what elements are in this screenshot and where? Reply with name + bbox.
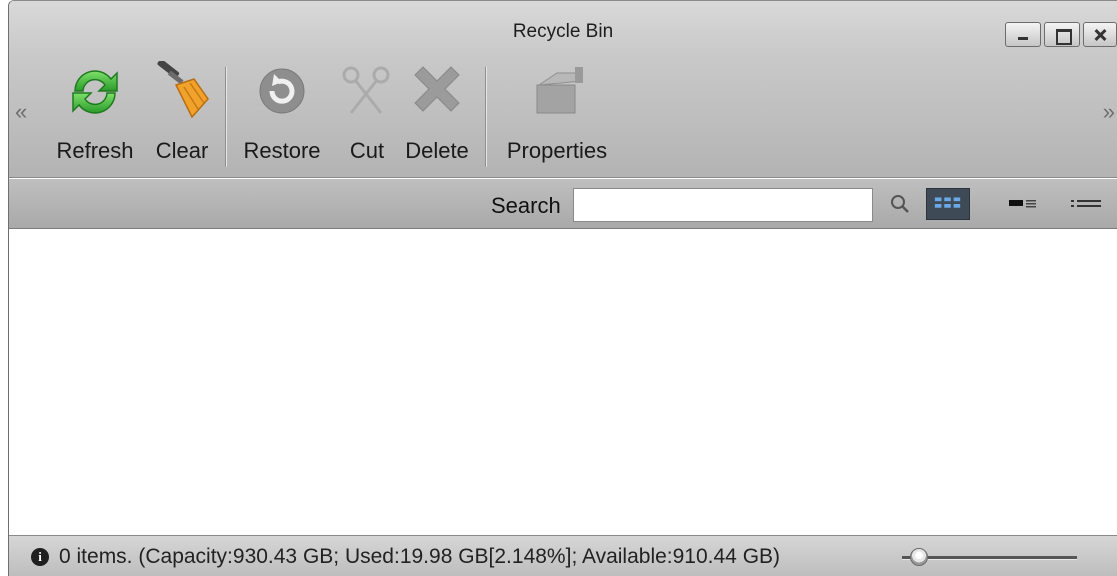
refresh-label: Refresh bbox=[56, 138, 134, 163]
properties-hand-icon bbox=[536, 67, 583, 114]
window-controls bbox=[1002, 22, 1117, 47]
restore-icon bbox=[259, 68, 305, 114]
broom-icon bbox=[157, 61, 209, 119]
maximize-button[interactable] bbox=[1044, 22, 1080, 47]
cut-button[interactable]: Cut bbox=[339, 57, 395, 177]
search-icon[interactable] bbox=[889, 193, 911, 215]
list-view-button[interactable] bbox=[1065, 188, 1109, 220]
cut-label: Cut bbox=[349, 138, 385, 163]
status-bar: i 0 items. (Capacity:930.43 GB; Used:19.… bbox=[9, 535, 1117, 576]
properties-button[interactable]: Properties bbox=[495, 57, 619, 177]
minimize-button[interactable] bbox=[1005, 22, 1041, 47]
file-list-area[interactable] bbox=[9, 230, 1117, 535]
list-view-icon bbox=[1071, 200, 1101, 207]
title-bar[interactable]: Recycle Bin bbox=[9, 1, 1117, 47]
window-chrome: Recycle Bin « » Refresh Clear Restore Cu… bbox=[9, 1, 1117, 178]
delete-label: Delete bbox=[405, 138, 469, 163]
recycle-bin-window: Recycle Bin « » Refresh Clear Restore Cu… bbox=[8, 0, 1117, 576]
search-label: Search bbox=[491, 193, 561, 218]
status-text: 0 items. (Capacity:930.43 GB; Used:19.98… bbox=[59, 545, 781, 568]
close-button[interactable] bbox=[1083, 22, 1117, 47]
clear-label: Clear bbox=[155, 138, 209, 163]
scissors-icon bbox=[342, 66, 390, 114]
restore-label: Restore bbox=[243, 138, 321, 163]
grid-view-icon bbox=[934, 197, 961, 208]
refresh-button[interactable]: Refresh bbox=[53, 57, 137, 177]
window-title: Recycle Bin bbox=[512, 21, 614, 42]
delete-x-icon bbox=[414, 66, 460, 112]
search-input[interactable] bbox=[573, 188, 873, 222]
info-icon: i bbox=[31, 548, 49, 566]
restore-button[interactable]: Restore bbox=[237, 57, 327, 177]
clear-button[interactable]: Clear bbox=[149, 57, 215, 177]
zoom-slider[interactable] bbox=[902, 545, 1077, 571]
detail-view-button[interactable] bbox=[999, 188, 1043, 220]
toolbar-separator bbox=[225, 67, 226, 167]
toolbar-scroll-right[interactable]: » bbox=[1103, 101, 1115, 123]
detail-view-icon bbox=[1009, 200, 1036, 208]
toolbar-scroll-left[interactable]: « bbox=[15, 101, 27, 123]
toolbar-separator bbox=[485, 67, 486, 167]
properties-label: Properties bbox=[506, 138, 608, 163]
zoom-slider-track bbox=[902, 556, 1077, 559]
delete-button[interactable]: Delete bbox=[397, 57, 477, 177]
grid-view-button[interactable] bbox=[926, 188, 970, 220]
refresh-icon bbox=[72, 70, 118, 114]
zoom-slider-thumb[interactable] bbox=[910, 548, 928, 566]
search-bar: Search bbox=[9, 179, 1117, 229]
